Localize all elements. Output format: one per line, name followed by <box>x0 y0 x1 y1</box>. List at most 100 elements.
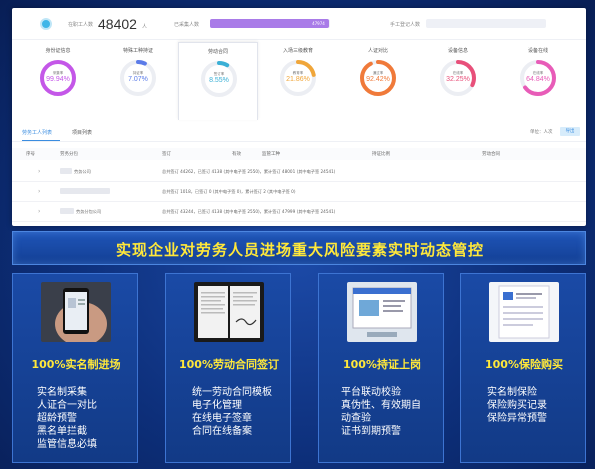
metric-card-title: 人证对比 <box>367 48 388 54</box>
total-workers-count: 48402 <box>98 16 137 32</box>
col-contract: 劳动合同 <box>482 152 500 157</box>
table-header: 序号 劳务分包 签订 有效 监管工种 持证比例 劳动合同 <box>12 148 586 160</box>
total-workers-unit: 人 <box>142 24 148 30</box>
metric-card[interactable]: 设备在线在线率 64.84% <box>498 42 578 120</box>
collected-label: 已采集人数 <box>174 22 200 28</box>
feature-item: 合同在线备案 <box>192 426 252 437</box>
row-name: 劳务分包公司 <box>76 209 102 214</box>
metric-value: 64.84% <box>526 76 550 83</box>
col-index: 序号 <box>26 152 35 157</box>
row-detail: 总共签订 1018，已签订 0 (其中电子签 0)，累计签订 2 (其中电子签 … <box>162 189 296 194</box>
metric-cards: 身份证信息 采集率 99.94% 特殊工种持证 持证率 7.07% 劳动合同 签订率 8.55%… <box>12 42 586 122</box>
headline-banner: 实现企业对劳务人员进场重大风险要素实时动态管控 <box>12 231 586 265</box>
feature-item: 实名制采集 <box>37 387 87 398</box>
metric-card[interactable]: 设备信息在线率 32.25% <box>418 42 498 120</box>
col-trade: 监管工种 <box>262 152 280 157</box>
feature-list: 实名制保险 保险购买记录 保险异常预警 <box>487 386 587 425</box>
metric-card[interactable]: 入场三级教育教育率 21.86% <box>258 42 338 120</box>
feature-realname: 100%实名制进场 实名制采集 人证合一对比 超龄预警 黑名单拦截 监管信息必填 <box>12 273 138 463</box>
metric-card-title: 劳动合同 <box>207 49 228 55</box>
manual-label: 手工登记人数 <box>390 22 421 28</box>
phone-verification-image <box>41 282 111 342</box>
collected-progress-fill: 47974 <box>210 19 329 28</box>
feature-item: 人证合一对比 <box>37 400 97 411</box>
feature-item: 保险异常预警 <box>487 413 547 424</box>
feature-title: 100%保险购买 <box>485 358 563 371</box>
feature-list: 平台联动校验 真伪性、有效期自 动查验 证书到期预警 <box>341 386 441 438</box>
feature-item: 电子化管理 <box>192 400 242 411</box>
table-row[interactable]: › 劳务公司 总共签订 44262，已签订 4138 (其中电子签 2550)，… <box>12 162 586 182</box>
redacted-name <box>60 168 72 174</box>
metric-gauge: 签订率 8.55% <box>199 59 239 99</box>
feature-item: 监管信息必填 <box>37 439 97 450</box>
metric-card-title: 特殊工种持证 <box>122 48 153 54</box>
certificate-screen-image <box>347 282 417 342</box>
stats-topbar: 在职工人数 48402 人 已采集人数 47974 手工登记人数 <box>12 8 586 40</box>
feature-item: 实名制保险 <box>487 387 537 398</box>
metric-gauge: 教育率 21.86% <box>278 58 318 98</box>
feature-title: 100%持证上岗 <box>343 358 421 371</box>
metric-card[interactable]: 劳动合同签订率 8.55% <box>178 42 258 120</box>
metric-value: 99.94% <box>46 76 70 83</box>
col-cert-ratio: 持证比例 <box>372 152 390 157</box>
redacted-name <box>60 188 110 194</box>
feature-title: 100%实名制进场 <box>31 358 121 371</box>
metric-value: 7.07% <box>128 76 148 83</box>
tablet-contract-image <box>194 282 264 342</box>
metric-gauge: 通过率 92.42% <box>358 58 398 98</box>
feature-item: 真伪性、有效期自 <box>341 400 421 411</box>
expand-chevron-icon[interactable]: › <box>38 208 40 215</box>
col-valid: 有效 <box>232 152 241 157</box>
metric-gauge: 持证率 7.07% <box>118 58 158 98</box>
row-detail: 总共签订 43244，已签订 4138 (其中电子签 2550)，累计签订 47… <box>162 209 336 214</box>
expand-chevron-icon[interactable]: › <box>38 168 40 175</box>
feature-item: 平台联动校验 <box>341 387 401 398</box>
metric-card-title: 设备在线 <box>527 48 548 54</box>
insurance-app-image <box>489 282 559 342</box>
expand-chevron-icon[interactable]: › <box>38 188 40 195</box>
headline-text: 实现企业对劳务人员进场重大风险要素实时动态管控 <box>115 241 484 259</box>
metric-value: 21.86% <box>286 76 310 83</box>
metric-card-title: 入场三级教育 <box>282 48 313 54</box>
col-signed: 签订 <box>162 152 171 157</box>
collected-value: 47974 <box>312 21 325 26</box>
feature-insurance: 100%保险购买 实名制保险 保险购买记录 保险异常预警 <box>460 273 586 463</box>
tab-active-underline <box>22 140 60 141</box>
metric-gauge: 采集率 99.94% <box>38 58 78 98</box>
metric-card-title: 身份证信息 <box>45 48 71 54</box>
table-row[interactable]: › 总共签订 1018，已签订 0 (其中电子签 0)，累计签订 2 (其中电子… <box>12 182 586 202</box>
metric-card[interactable]: 特殊工种持证持证率 7.07% <box>98 42 178 120</box>
metric-value: 32.25% <box>446 76 470 83</box>
feature-item: 超龄预警 <box>37 413 77 424</box>
row-detail: 总共签订 44262，已签订 4138 (其中电子签 2550)，累计签订 48… <box>162 169 336 174</box>
feature-item: 黑名单拦截 <box>37 426 87 437</box>
feature-item: 在线电子签章 <box>192 413 252 424</box>
dashboard-panel: 在职工人数 48402 人 已采集人数 47974 手工登记人数 身份证信息采集… <box>12 8 586 226</box>
feature-title: 100%劳动合同签订 <box>179 358 279 371</box>
metric-card[interactable]: 人证对比通过率 92.42% <box>338 42 418 120</box>
feature-contract: 100%劳动合同签订 统一劳动合同模板 电子化管理 在线电子签章 合同在线备案 <box>165 273 291 463</box>
collected-progress-bar: 47974 <box>210 19 330 28</box>
col-subcontractor: 劳务分包 <box>60 152 78 157</box>
feature-list: 实名制采集 人证合一对比 超龄预警 黑名单拦截 监管信息必填 <box>37 386 137 451</box>
tab-project-list[interactable]: 项目列表 <box>72 129 92 136</box>
feature-item: 证书到期预警 <box>341 426 401 437</box>
export-button[interactable]: 导出 <box>560 127 580 136</box>
redacted-name <box>60 208 74 214</box>
metric-card[interactable]: 身份证信息采集率 99.94% <box>18 42 98 120</box>
tab-worker-list[interactable]: 劳务工人列表 <box>22 129 52 136</box>
total-workers-label: 在职工人数 <box>68 22 94 28</box>
metric-gauge: 在线率 64.84% <box>518 58 558 98</box>
feature-list: 统一劳动合同模板 电子化管理 在线电子签章 合同在线备案 <box>192 386 292 438</box>
metric-value: 8.55% <box>209 77 229 84</box>
metric-gauge: 在线率 32.25% <box>438 58 478 98</box>
table-row[interactable]: › 劳务分包公司 总共签订 43244，已签订 4138 (其中电子签 2550… <box>12 202 586 222</box>
list-tabs: 劳务工人列表 项目列表 单位：人次 导出 <box>12 124 586 142</box>
unit-label: 单位：人次 <box>530 130 553 135</box>
feature-certificate: 100%持证上岗 平台联动校验 真伪性、有效期自 动查验 证书到期预警 <box>318 273 444 463</box>
worker-icon <box>40 18 52 30</box>
feature-item: 动查验 <box>341 413 371 424</box>
metric-card-title: 设备信息 <box>447 48 468 54</box>
feature-item: 保险购买记录 <box>487 400 547 411</box>
row-name: 劳务公司 <box>74 169 91 174</box>
